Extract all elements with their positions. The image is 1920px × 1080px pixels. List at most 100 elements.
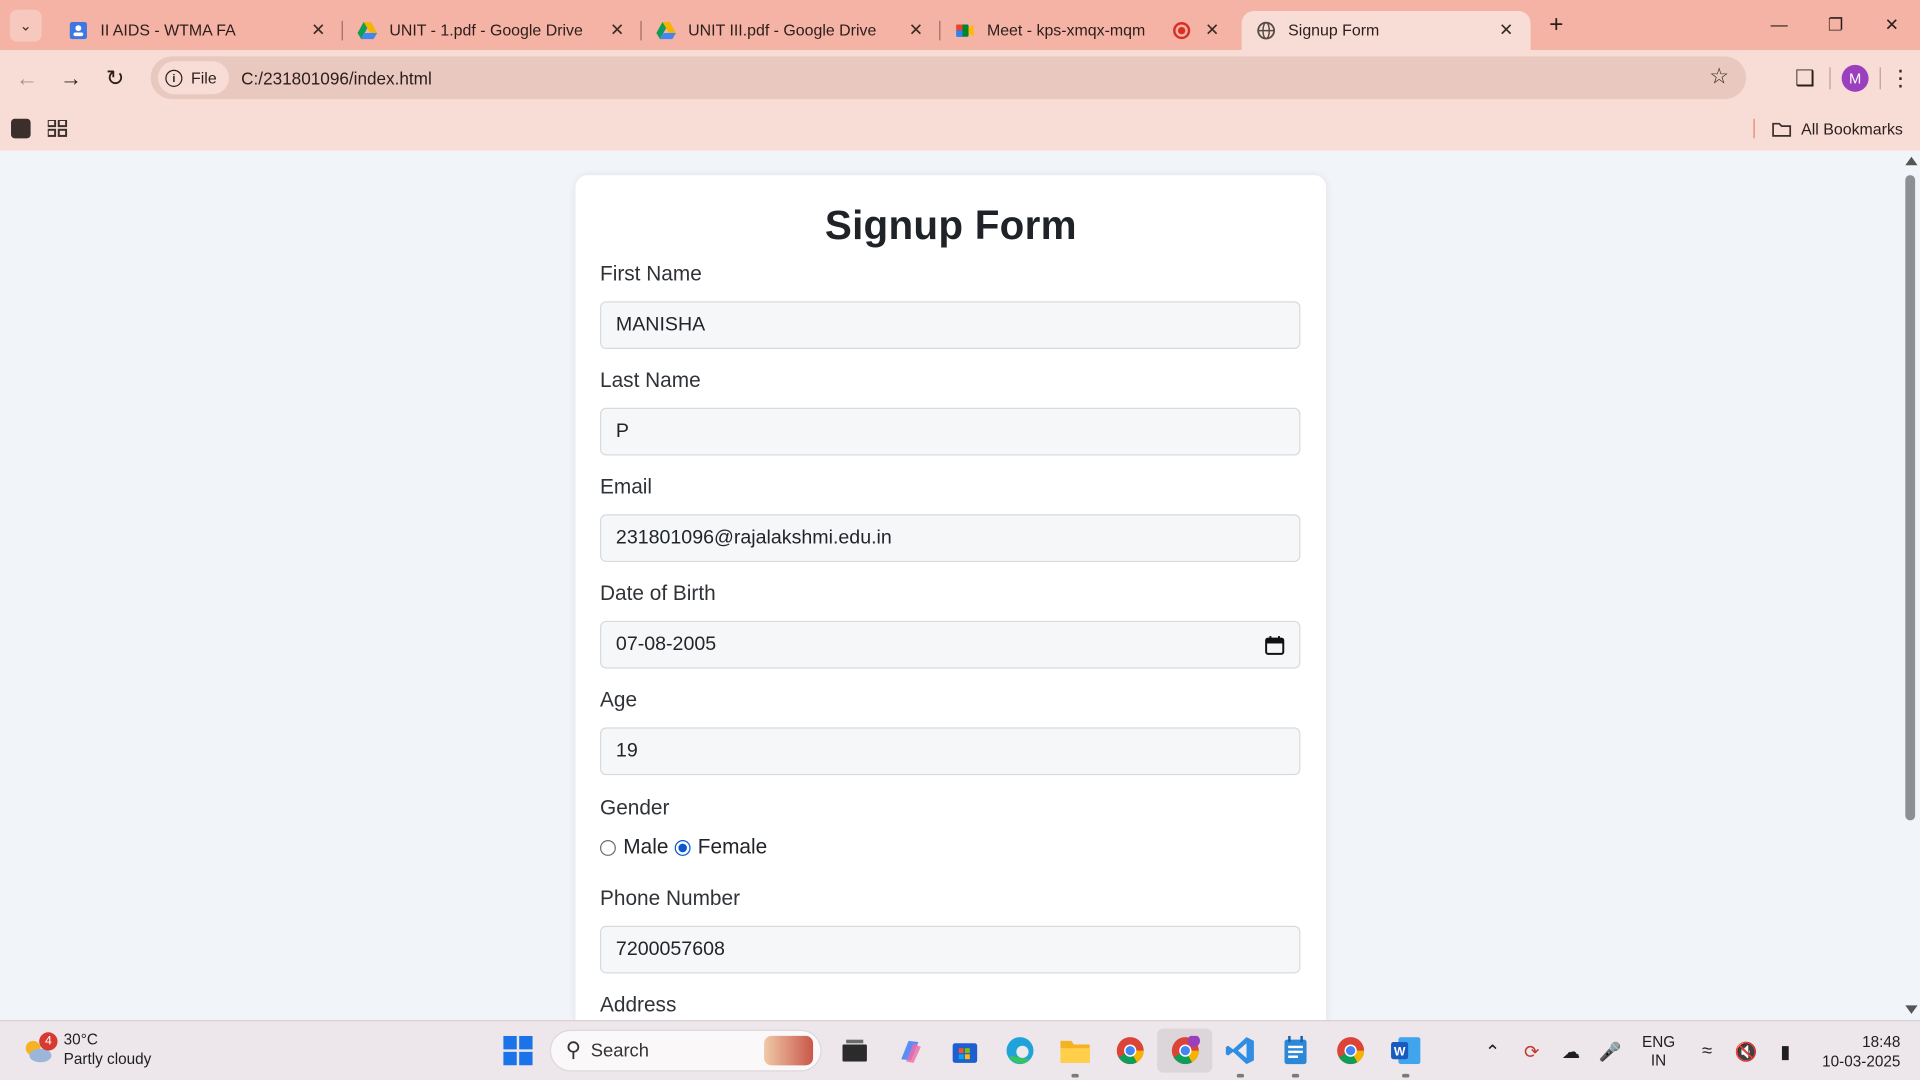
clock-date: 10-03-2025 xyxy=(1822,1052,1901,1070)
new-tab-button[interactable]: + xyxy=(1543,11,1570,39)
phone-input[interactable]: 7200057608 xyxy=(600,925,1301,974)
close-icon[interactable]: ✕ xyxy=(906,20,926,41)
close-icon[interactable]: ✕ xyxy=(309,20,329,41)
first-name-input[interactable]: MANISHA xyxy=(600,301,1301,349)
folder-icon xyxy=(1772,121,1792,137)
gender-male-radio[interactable] xyxy=(600,839,616,856)
forward-arrow-icon[interactable]: → xyxy=(49,66,93,92)
minimize-icon[interactable]: — xyxy=(1751,0,1807,49)
dob-group: Date of Birth 07-08-2005 xyxy=(600,582,1301,669)
vscode-icon[interactable] xyxy=(1212,1029,1267,1078)
tab-title: Signup Form xyxy=(1288,20,1380,40)
gender-female-radio[interactable] xyxy=(674,839,691,856)
profile-avatar[interactable]: M xyxy=(1841,64,1869,92)
gender-male-label[interactable]: Male xyxy=(623,835,668,859)
scroll-up-arrow-icon[interactable] xyxy=(1905,156,1918,166)
close-window-icon[interactable]: ✕ xyxy=(1864,0,1920,49)
chevron-down-icon: ⌄ xyxy=(19,16,32,34)
bookmark-star-icon[interactable]: ☆ xyxy=(1709,64,1729,90)
gender-female-label[interactable]: Female xyxy=(698,835,767,859)
email-label: Email xyxy=(600,475,653,499)
reload-icon[interactable]: ↻ xyxy=(93,66,137,92)
tab-classroom[interactable]: II AIDS - WTMA FA ✕ xyxy=(54,10,343,49)
close-icon[interactable]: ✕ xyxy=(607,20,627,41)
task-view-icon[interactable] xyxy=(827,1029,882,1073)
restore-icon[interactable]: ❐ xyxy=(1807,0,1863,49)
tab-signup-form[interactable]: Signup Form ✕ xyxy=(1241,10,1531,50)
tab-search-button[interactable]: ⌄ xyxy=(9,9,42,42)
age-input[interactable]: 19 xyxy=(600,727,1301,776)
file-explorer-icon[interactable] xyxy=(1047,1029,1102,1078)
microsoft-store-icon[interactable] xyxy=(937,1029,992,1073)
gender-label: Gender xyxy=(600,795,670,820)
signup-form-card: Signup Form First Name MANISHA Last Name… xyxy=(575,175,1327,1021)
edge-icon[interactable] xyxy=(992,1029,1047,1073)
back-arrow-icon[interactable]: ← xyxy=(5,66,49,92)
apps-grid-icon[interactable] xyxy=(47,120,68,137)
dob-input[interactable]: 07-08-2005 xyxy=(600,620,1301,669)
start-windows-icon[interactable] xyxy=(490,1029,545,1073)
tab-drive-unit3[interactable]: UNIT III.pdf - Google Drive ✕ xyxy=(642,10,941,49)
email-value: 231801096@rajalakshmi.edu.in xyxy=(615,527,892,548)
copilot-icon[interactable] xyxy=(882,1029,937,1073)
chevron-up-icon[interactable]: ⌃ xyxy=(1473,1040,1512,1062)
address-bar[interactable]: i File C:/231801096/index.html ☆ xyxy=(150,56,1747,100)
taskbar-search[interactable]: ⚲ Search xyxy=(549,1029,822,1072)
language-indicator[interactable]: ENG IN xyxy=(1642,1033,1675,1070)
weather-temperature: 30°C xyxy=(63,1031,98,1049)
tab-groups-icon[interactable] xyxy=(11,118,31,139)
page-scrollbar[interactable] xyxy=(1900,150,1920,1021)
notepad-icon[interactable] xyxy=(1267,1029,1322,1078)
battery-icon[interactable]: ▮ xyxy=(1766,1040,1805,1062)
word-icon[interactable]: W xyxy=(1378,1029,1433,1078)
chrome-profile-icon[interactable] xyxy=(1157,1028,1213,1073)
tab-title: II AIDS - WTMA FA xyxy=(100,20,236,40)
tab-meet[interactable]: Meet - kps-xmqx-mqm ✕ xyxy=(940,10,1236,49)
svg-text:W: W xyxy=(1393,1045,1405,1059)
weather-widget[interactable]: 4 30°C Partly cloudy xyxy=(22,1030,151,1069)
chrome-secondary-icon[interactable] xyxy=(1322,1029,1377,1073)
email-input[interactable]: 231801096@rajalakshmi.edu.in xyxy=(600,514,1301,563)
close-icon[interactable]: ✕ xyxy=(1496,20,1516,41)
last-name-value: P xyxy=(615,420,629,442)
tab-strip: ⌄ II AIDS - WTMA FA ✕ UNIT - 1.pdf - Goo… xyxy=(0,0,1920,51)
search-highlight-icon xyxy=(764,1035,814,1066)
all-bookmarks-button[interactable]: All Bookmarks xyxy=(1801,119,1903,137)
age-value: 19 xyxy=(615,740,638,762)
tab-drive-unit1[interactable]: UNIT - 1.pdf - Google Drive ✕ xyxy=(343,10,642,49)
last-name-group: Last Name P xyxy=(600,368,1301,456)
age-label: Age xyxy=(600,688,638,712)
partly-cloudy-icon: 4 xyxy=(22,1032,58,1063)
google-drive-icon xyxy=(656,20,676,40)
classroom-icon xyxy=(69,20,89,40)
microphone-icon[interactable]: 🎤 xyxy=(1591,1040,1630,1062)
taskbar-search-placeholder: Search xyxy=(590,1040,649,1062)
wifi-icon[interactable]: ≈ xyxy=(1687,1041,1726,1062)
last-name-input[interactable]: P xyxy=(600,407,1301,456)
sync-icon[interactable]: ⟳ xyxy=(1512,1040,1551,1062)
google-meet-icon xyxy=(955,20,975,40)
speaker-muted-icon[interactable]: 🔇 xyxy=(1727,1040,1766,1062)
window-controls: — ❐ ✕ xyxy=(1751,0,1920,49)
tab-title: UNIT - 1.pdf - Google Drive xyxy=(389,20,583,40)
address-group: Address xyxy=(600,993,1300,1020)
google-drive-icon xyxy=(357,20,378,40)
phone-label: Phone Number xyxy=(600,886,741,910)
scrollbar-thumb[interactable] xyxy=(1905,175,1916,821)
extensions-icon[interactable]: ❑ xyxy=(1780,66,1829,92)
onedrive-icon[interactable]: ☁ xyxy=(1551,1040,1590,1062)
phone-group: Phone Number 7200057608 xyxy=(600,886,1301,974)
calendar-icon[interactable] xyxy=(1265,635,1285,655)
email-group: Email 231801096@rajalakshmi.edu.in xyxy=(600,475,1301,563)
last-name-label: Last Name xyxy=(600,368,701,392)
close-icon[interactable]: ✕ xyxy=(1202,20,1222,41)
site-info-chip[interactable]: i File xyxy=(157,61,229,95)
globe-icon xyxy=(1256,20,1276,40)
more-menu-icon[interactable]: ⋮ xyxy=(1881,66,1920,92)
windows-taskbar: 4 30°C Partly cloudy ⚲ Search W ⌃ ⟳ ☁ 🎤 … xyxy=(0,1020,1920,1080)
clock[interactable]: 18:48 10-03-2025 xyxy=(1822,1032,1900,1071)
scroll-down-arrow-icon[interactable] xyxy=(1905,1005,1918,1014)
gender-group: Gender Male Female xyxy=(600,796,1300,860)
chrome-icon[interactable] xyxy=(1102,1029,1157,1073)
url-text[interactable]: C:/231801096/index.html xyxy=(241,68,432,88)
